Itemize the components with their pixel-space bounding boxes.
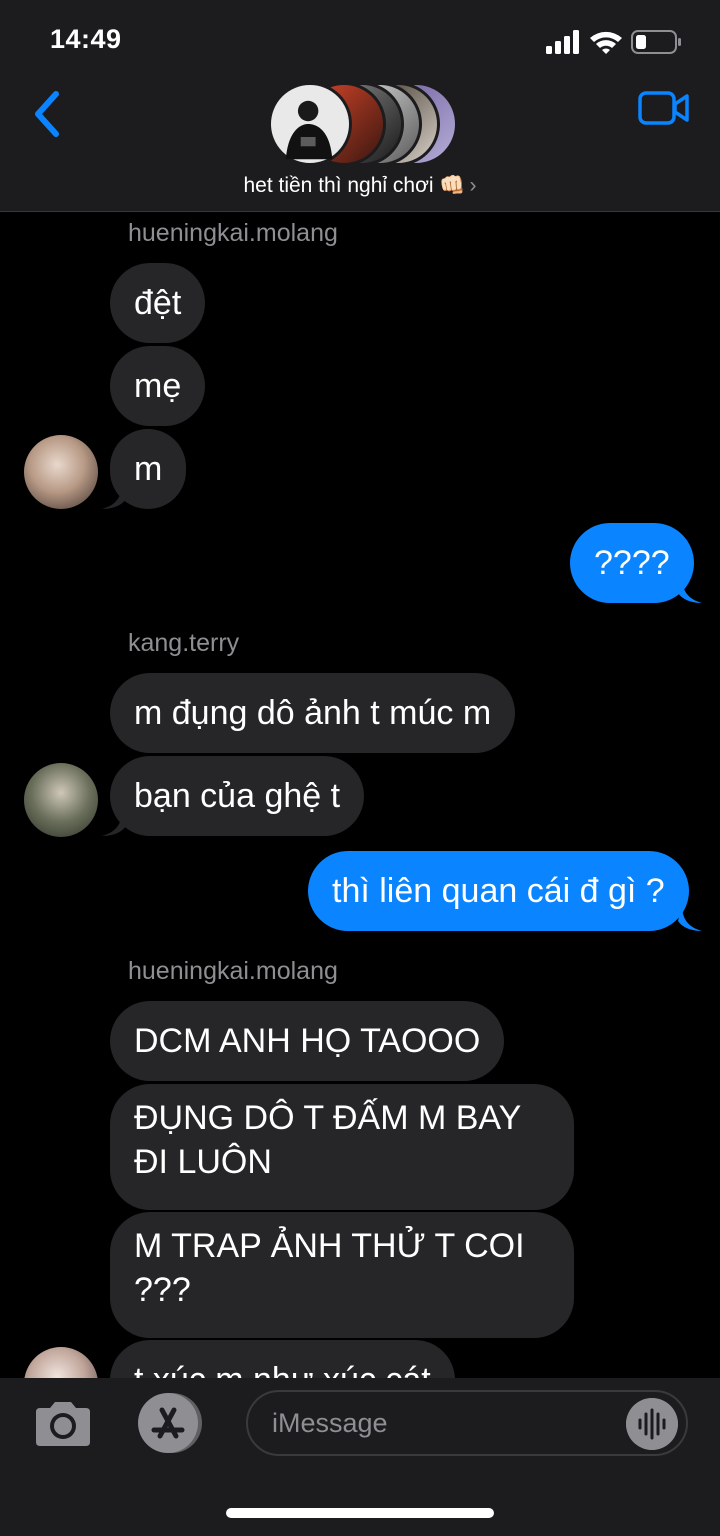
wifi-icon bbox=[590, 31, 622, 54]
incoming-message[interactable]: m đụng dô ảnh t múc m bbox=[110, 673, 516, 753]
avatar[interactable] bbox=[24, 435, 98, 509]
status-time: 14:49 bbox=[50, 24, 122, 54]
incoming-message[interactable]: t xúc m như xúc cát bbox=[110, 1340, 455, 1378]
home-indicator bbox=[226, 1508, 494, 1518]
bubble-tail bbox=[102, 810, 126, 836]
incoming-message[interactable]: ĐỤNG DÔ T ĐẤM M BAY ĐI LUÔN bbox=[110, 1084, 574, 1210]
video-call-icon[interactable] bbox=[638, 90, 690, 126]
incoming-message[interactable]: bạn của ghệ t bbox=[110, 756, 365, 836]
camera-icon[interactable] bbox=[32, 1400, 94, 1448]
bubble-tail bbox=[678, 577, 702, 603]
bubble-tail bbox=[102, 483, 126, 509]
message-input[interactable]: iMessage bbox=[246, 1390, 688, 1456]
battery-icon bbox=[631, 30, 681, 54]
incoming-message[interactable]: mẹ bbox=[110, 346, 206, 426]
outgoing-message[interactable]: ???? bbox=[570, 523, 694, 603]
signal-icon bbox=[546, 30, 579, 54]
sender-name: hueningkai.molang bbox=[128, 957, 338, 985]
chevron-right-icon: › bbox=[469, 174, 477, 197]
bubble-tail bbox=[678, 905, 702, 931]
message-input-placeholder: iMessage bbox=[272, 1408, 388, 1438]
status-icons bbox=[546, 30, 681, 54]
back-chevron-icon[interactable] bbox=[28, 86, 68, 142]
incoming-message[interactable]: M TRAP ẢNH THỬ T COI ??? bbox=[110, 1212, 574, 1338]
outgoing-message[interactable]: thì liên quan cái đ gì ? bbox=[308, 851, 689, 931]
group-title[interactable]: het tiền thì nghỉ chơi 👊🏻 › bbox=[0, 174, 720, 198]
chat-header: 14:49 het tiền thì nghỉ chơi 👊🏻 › bbox=[0, 0, 720, 212]
sender-name: kang.terry bbox=[128, 629, 240, 657]
avatar[interactable] bbox=[24, 1347, 98, 1378]
group-name: het tiền thì nghỉ chơi 👊🏻 bbox=[243, 174, 466, 197]
group-avatar-stack[interactable] bbox=[268, 82, 458, 168]
sender-name: hueningkai.molang bbox=[128, 219, 338, 247]
group-member-avatar bbox=[268, 82, 352, 166]
incoming-message[interactable]: đệt bbox=[110, 263, 206, 343]
app-store-icon[interactable] bbox=[136, 1392, 206, 1454]
message-thread[interactable]: hueningkai.molang đệt mẹ m ???? kang.ter… bbox=[0, 213, 720, 1378]
incoming-message[interactable]: DCM ANH HỌ TAOOO bbox=[110, 1001, 505, 1081]
avatar[interactable] bbox=[24, 763, 98, 837]
audio-waveform-icon[interactable] bbox=[626, 1398, 678, 1450]
